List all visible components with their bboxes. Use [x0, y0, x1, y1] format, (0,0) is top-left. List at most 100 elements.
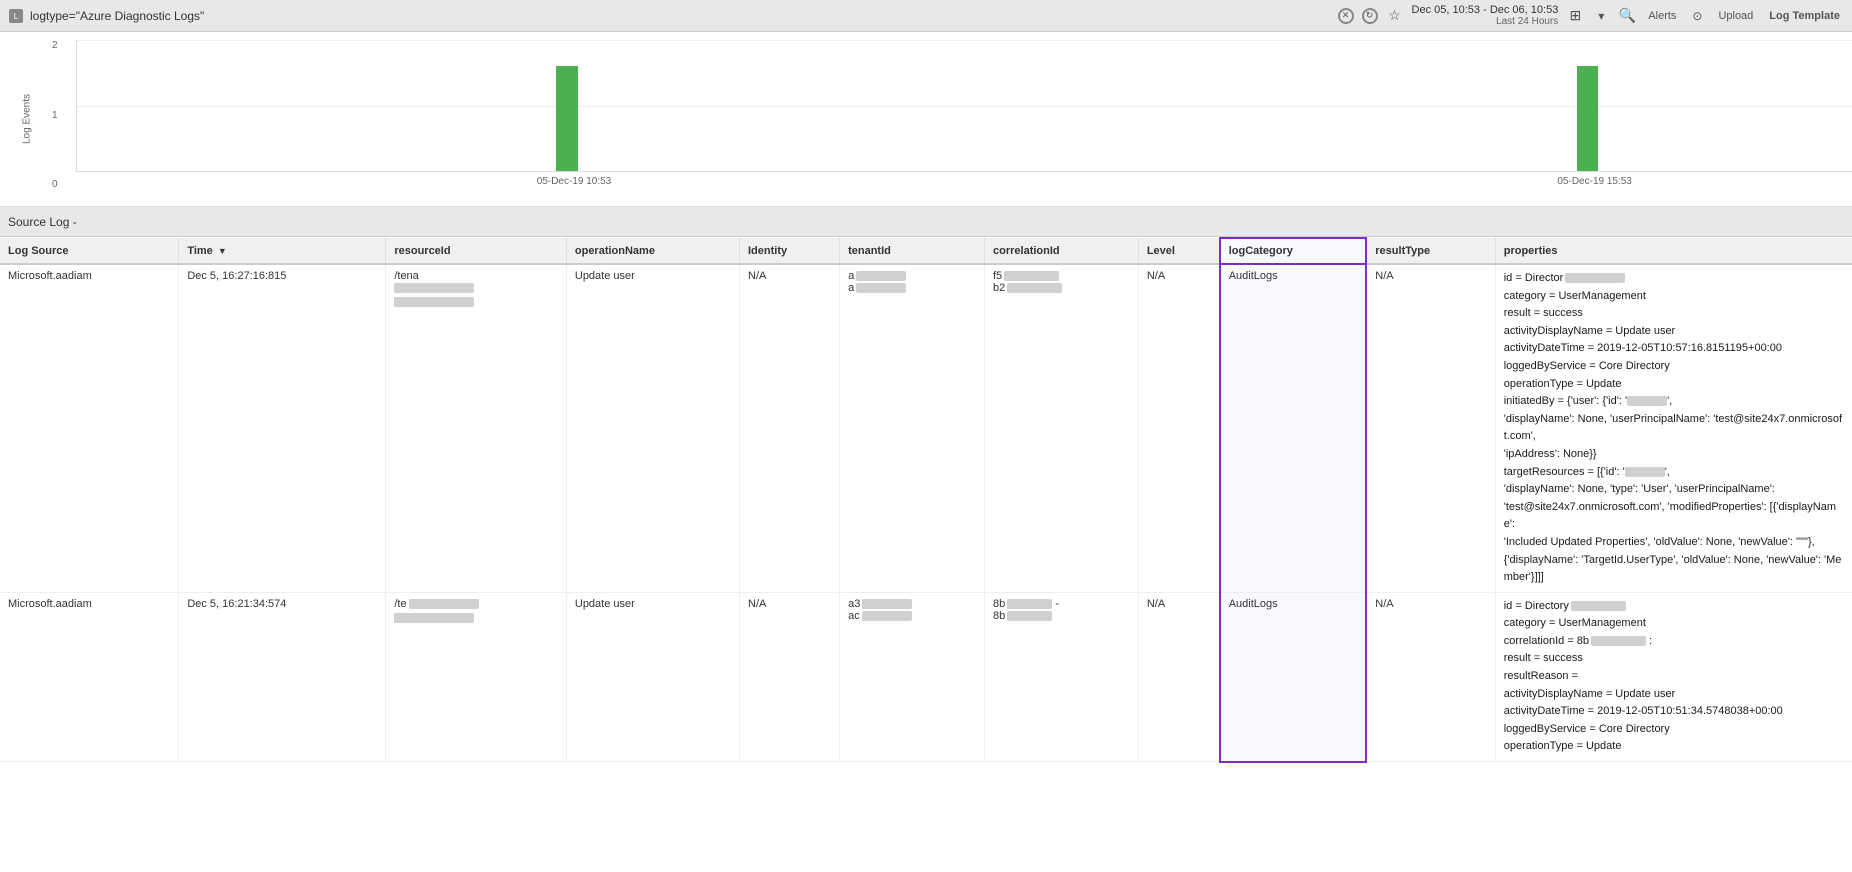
- chart-inner: 0 1 2 05-Dec-19 10:53 05-Dec-19 15:53: [48, 40, 1852, 190]
- cell-level-1: N/A: [1138, 264, 1219, 592]
- prop-line: initiatedBy = {'user': {'id': '',: [1504, 393, 1844, 411]
- datetime-range: Dec 05, 10:53 - Dec 06, 10:53: [1412, 4, 1559, 16]
- prop-line: result = success: [1504, 650, 1844, 668]
- table-body: Microsoft.aadiam Dec 5, 16:27:16:815 /te…: [0, 264, 1852, 762]
- col-logCategory[interactable]: logCategory: [1220, 238, 1367, 264]
- col-logSource[interactable]: Log Source: [0, 238, 179, 264]
- col-tenantId[interactable]: tenantId: [840, 238, 985, 264]
- dropdown-icon[interactable]: ▾: [1592, 7, 1610, 25]
- prop-line: loggedByService = Core Directory: [1504, 721, 1844, 739]
- stop-icon[interactable]: ✕: [1338, 8, 1354, 24]
- prop-line: loggedByService = Core Directory: [1504, 358, 1844, 376]
- prop-line: id = Director: [1504, 270, 1844, 288]
- source-log-bar: Source Log -: [0, 207, 1852, 237]
- prop-line: activityDisplayName = Update user: [1504, 323, 1844, 341]
- prop-line: category = UserManagement: [1504, 615, 1844, 633]
- prop-line: 'displayName': None, 'userPrincipalName'…: [1504, 411, 1844, 446]
- svg-text:L: L: [14, 12, 19, 21]
- cell-properties-2: id = Directory category = UserManagement…: [1495, 592, 1852, 761]
- table-row[interactable]: Microsoft.aadiam Dec 5, 16:21:34:574 /te…: [0, 592, 1852, 761]
- cell-correlationId-2: 8b - 8b: [985, 592, 1139, 761]
- cell-time-1: Dec 5, 16:27:16:815: [179, 264, 386, 592]
- col-operationName[interactable]: operationName: [566, 238, 739, 264]
- grid-icon[interactable]: ⊞: [1566, 7, 1584, 25]
- chart-x-label-1: 05-Dec-19 10:53: [537, 176, 612, 187]
- toolbar-left: L logtype="Azure Diagnostic Logs": [8, 8, 1338, 24]
- app-icon: L: [8, 8, 24, 24]
- chart-x-label-2: 05-Dec-19 15:53: [1557, 176, 1632, 187]
- chart-plot: 05-Dec-19 10:53 05-Dec-19 15:53: [76, 40, 1852, 172]
- toolbar: L logtype="Azure Diagnostic Logs" ✕ ↻ ☆ …: [0, 0, 1852, 32]
- cell-resultType-1: N/A: [1366, 264, 1495, 592]
- properties-block-2: id = Directory category = UserManagement…: [1504, 598, 1844, 756]
- cell-logSource-2: Microsoft.aadiam: [0, 592, 179, 761]
- prop-line: {'displayName': 'TargetId.UserType', 'ol…: [1504, 552, 1844, 587]
- col-resourceId[interactable]: resourceId: [386, 238, 567, 264]
- log-table: Log Source Time ▼ resourceId operationNa…: [0, 237, 1852, 763]
- y-tick-2: 2: [52, 40, 58, 51]
- cell-tenantId-1: a a: [840, 264, 985, 592]
- toolbar-right: ✕ ↻ ☆ Dec 05, 10:53 - Dec 06, 10:53 Last…: [1338, 4, 1844, 27]
- chart-area: Log Events 0 1 2 05-Dec-19 10:53 05-Dec-…: [0, 32, 1852, 207]
- chart-bar-2: [1577, 66, 1598, 171]
- cell-properties-1: id = Director category = UserManagement …: [1495, 264, 1852, 592]
- prop-line: targetResources = [{'id': '',: [1504, 464, 1844, 482]
- y-tick-0: 0: [52, 179, 58, 190]
- upload-button[interactable]: Upload: [1714, 8, 1757, 24]
- cell-logCategory-1: AuditLogs: [1220, 264, 1367, 592]
- refresh-icon[interactable]: ↻: [1362, 8, 1378, 24]
- cell-resourceId-1: /tena: [386, 264, 567, 592]
- properties-block-1: id = Director category = UserManagement …: [1504, 270, 1844, 587]
- prop-line: activityDisplayName = Update user: [1504, 686, 1844, 704]
- log-table-wrapper[interactable]: Log Source Time ▼ resourceId operationNa…: [0, 237, 1852, 872]
- sort-arrow-time: ▼: [218, 246, 227, 256]
- prop-line: id = Directory: [1504, 598, 1844, 616]
- cell-resultType-2: N/A: [1366, 592, 1495, 761]
- y-tick-1: 1: [52, 110, 58, 121]
- col-level[interactable]: Level: [1138, 238, 1219, 264]
- cell-tenantId-2: a3 ac: [840, 592, 985, 761]
- prop-line: resultReason =: [1504, 668, 1844, 686]
- search-icon[interactable]: 🔍: [1618, 7, 1636, 25]
- star-icon[interactable]: ☆: [1386, 7, 1404, 25]
- col-identity[interactable]: Identity: [740, 238, 840, 264]
- prop-line: correlationId = 8b :: [1504, 633, 1844, 651]
- table-row[interactable]: Microsoft.aadiam Dec 5, 16:27:16:815 /te…: [0, 264, 1852, 592]
- datetime-display: Dec 05, 10:53 - Dec 06, 10:53 Last 24 Ho…: [1412, 4, 1559, 27]
- col-resultType[interactable]: resultType: [1366, 238, 1495, 264]
- col-correlationId[interactable]: correlationId: [985, 238, 1139, 264]
- prop-line: operationType = Update: [1504, 376, 1844, 394]
- prop-line: activityDateTime = 2019-12-05T10:51:34.5…: [1504, 703, 1844, 721]
- prop-line: 'displayName': None, 'type': 'User', 'us…: [1504, 481, 1844, 499]
- chart-y-axis: 0 1 2: [48, 40, 62, 190]
- table-header: Log Source Time ▼ resourceId operationNa…: [0, 238, 1852, 264]
- cell-operationName-2: Update user: [566, 592, 739, 761]
- cell-resourceId-2: /te: [386, 592, 567, 761]
- cell-time-2: Dec 5, 16:21:34:574: [179, 592, 386, 761]
- prop-line: activityDateTime = 2019-12-05T10:57:16.8…: [1504, 340, 1844, 358]
- cell-operationName-1: Update user: [566, 264, 739, 592]
- cell-level-2: N/A: [1138, 592, 1219, 761]
- upload-circle-icon: ⊙: [1688, 7, 1706, 25]
- prop-line: 'Included Updated Properties', 'oldValue…: [1504, 534, 1844, 552]
- cell-logSource-1: Microsoft.aadiam: [0, 264, 179, 592]
- log-template-button[interactable]: Log Template: [1765, 8, 1844, 24]
- datetime-sub: Last 24 Hours: [1412, 16, 1559, 27]
- prop-line: 'test@site24x7.onmicrosoft.com', 'modifi…: [1504, 499, 1844, 534]
- cell-identity-2: N/A: [740, 592, 840, 761]
- prop-line: category = UserManagement: [1504, 288, 1844, 306]
- chart-bar-1: [556, 66, 577, 171]
- alerts-button[interactable]: Alerts: [1644, 8, 1680, 24]
- cell-logCategory-2: AuditLogs: [1220, 592, 1367, 761]
- cell-identity-1: N/A: [740, 264, 840, 592]
- source-log-label: Source Log -: [8, 215, 77, 229]
- prop-line: result = success: [1504, 305, 1844, 323]
- col-time[interactable]: Time ▼: [179, 238, 386, 264]
- gridline-top: [77, 40, 1852, 41]
- prop-line: 'ipAddress': None}}: [1504, 446, 1844, 464]
- prop-line: operationType = Update: [1504, 738, 1844, 756]
- cell-correlationId-1: f5 b2: [985, 264, 1139, 592]
- col-properties[interactable]: properties: [1495, 238, 1852, 264]
- query-title: logtype="Azure Diagnostic Logs": [30, 9, 204, 23]
- chart-y-label: Log Events: [22, 94, 33, 144]
